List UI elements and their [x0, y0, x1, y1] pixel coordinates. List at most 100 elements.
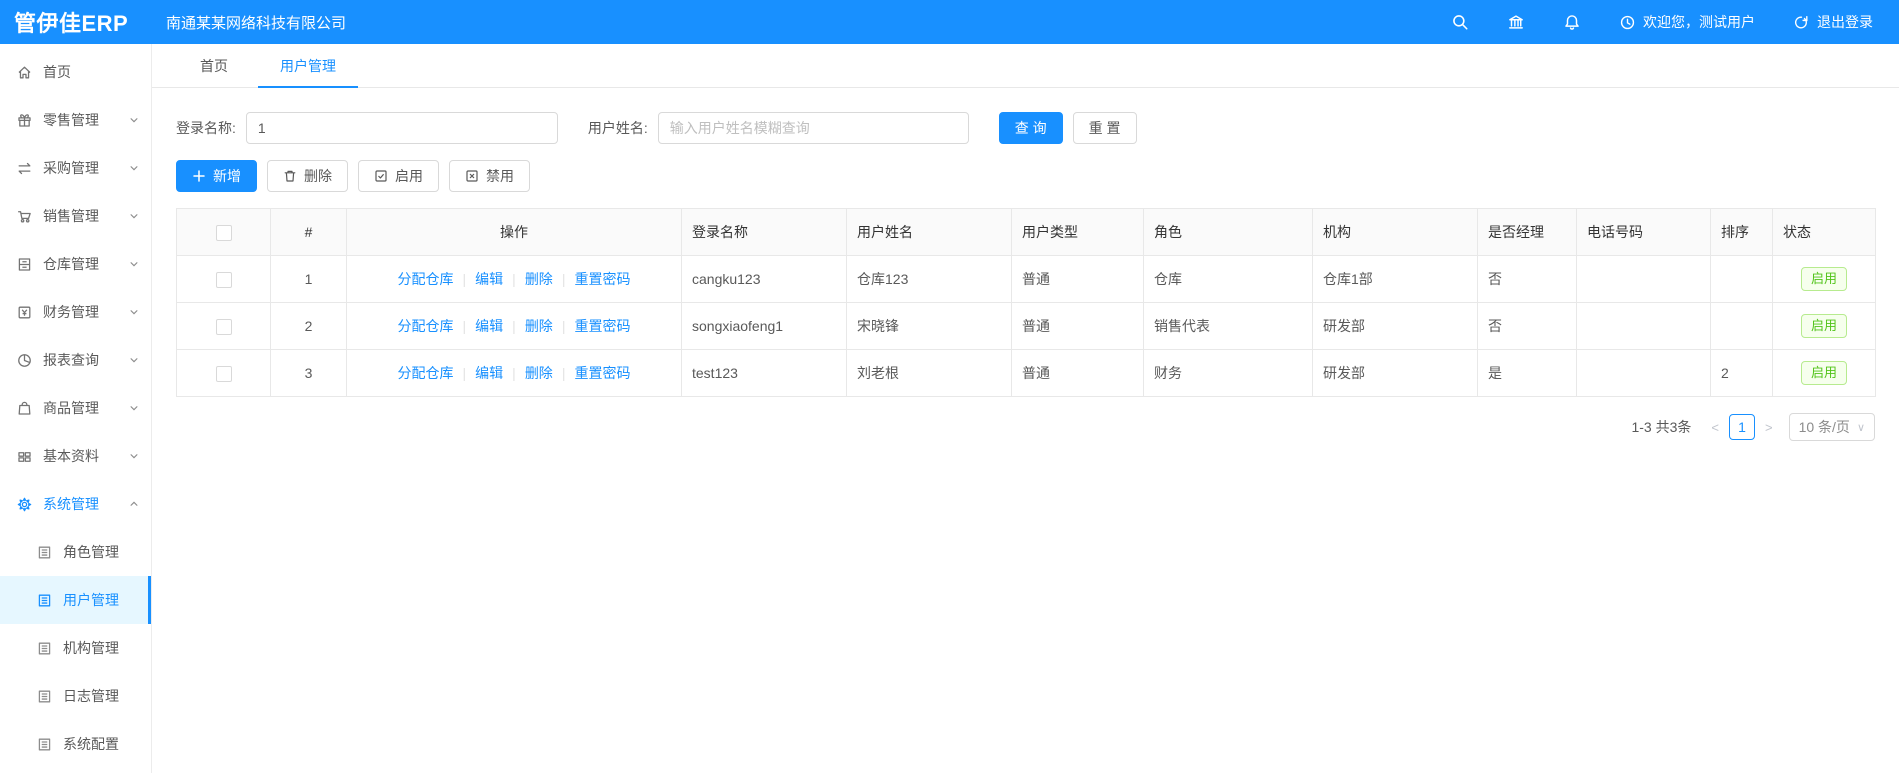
sidebar-item-log-mgmt[interactable]: 日志管理	[0, 672, 151, 720]
chevron-down-icon: ∨	[1856, 421, 1865, 434]
prev-page-button[interactable]: <	[1705, 420, 1725, 435]
logout-button[interactable]: 退出登录	[1793, 12, 1873, 32]
col-user-name: 用户姓名	[847, 209, 1012, 256]
tab-bar: 首页 用户管理	[152, 44, 1899, 88]
row-checkbox[interactable]	[215, 318, 232, 335]
page-size-select[interactable]: 10 条/页 ∨	[1788, 413, 1875, 441]
delete-link[interactable]: 删除	[525, 318, 553, 334]
sidebar-item-retail[interactable]: 零售管理	[0, 96, 151, 144]
sidebar-item-label: 采购管理	[43, 160, 99, 176]
purchase-icon	[18, 162, 31, 174]
sidebar-item-system-config[interactable]: 系统配置	[0, 720, 151, 768]
assign-warehouse-link[interactable]: 分配仓库	[398, 318, 454, 334]
cell-index: 3	[271, 350, 347, 397]
op-divider: |	[462, 318, 467, 334]
cell-login-name: songxiaofeng1	[682, 303, 847, 350]
row-checkbox[interactable]	[215, 271, 232, 288]
assign-warehouse-link[interactable]: 分配仓库	[398, 271, 454, 287]
cell-user-type: 普通	[1012, 303, 1144, 350]
chevron-down-icon	[130, 262, 138, 267]
sidebar-item-basic-data[interactable]: 基本资料	[0, 432, 151, 480]
sidebar-item-label: 用户管理	[63, 592, 119, 608]
row-checkbox[interactable]	[215, 365, 232, 382]
sidebar-item-label: 首页	[43, 64, 71, 80]
tab-user-mgmt[interactable]: 用户管理	[258, 44, 358, 88]
sidebar-item-role-mgmt[interactable]: 角色管理	[0, 528, 151, 576]
cell-role: 财务	[1144, 350, 1313, 397]
reset-password-link[interactable]: 重置密码	[574, 318, 630, 334]
login-name-input[interactable]	[245, 112, 558, 144]
sidebar-item-finance[interactable]: 财务管理	[0, 288, 151, 336]
cell-index: 1	[271, 256, 347, 303]
sidebar-item-sales[interactable]: 销售管理	[0, 192, 151, 240]
sidebar-item-label: 机构管理	[63, 640, 119, 656]
cell-org: 研发部	[1313, 350, 1478, 397]
assign-warehouse-link[interactable]: 分配仓库	[398, 365, 454, 381]
disable-label: 禁用	[486, 168, 514, 184]
col-org: 机构	[1313, 209, 1478, 256]
table-row: 3 分配仓库 | 编辑 | 删除 | 重置密码 test123 刘老根 普通 财务 研发部 …	[177, 350, 1876, 397]
search-button[interactable]: 查 询	[998, 112, 1063, 144]
cell-user-type: 普通	[1012, 350, 1144, 397]
delete-label: 删除	[304, 168, 332, 184]
search-icon[interactable]	[1451, 13, 1469, 31]
enable-button[interactable]: 启用	[358, 160, 439, 192]
tab-home[interactable]: 首页	[178, 44, 250, 87]
sidebar-item-org-mgmt[interactable]: 机构管理	[0, 624, 151, 672]
sidebar-item-purchase[interactable]: 采购管理	[0, 144, 151, 192]
delete-link[interactable]: 删除	[525, 365, 553, 381]
platform-icon[interactable]	[1507, 13, 1525, 31]
login-name-label: 登录名称:	[176, 120, 236, 136]
col-role: 角色	[1144, 209, 1313, 256]
col-phone: 电话号码	[1577, 209, 1711, 256]
cell-role: 销售代表	[1144, 303, 1313, 350]
cell-is-manager: 否	[1478, 256, 1577, 303]
op-divider: |	[512, 318, 516, 334]
bell-icon[interactable]	[1563, 13, 1581, 31]
select-all-checkbox[interactable]	[215, 224, 232, 241]
add-button[interactable]: 新增	[176, 160, 257, 192]
filter-row: 登录名称: 用户姓名: 查 询 重 置	[176, 112, 1875, 144]
reset-button[interactable]: 重 置	[1072, 112, 1137, 144]
doc-icon	[38, 546, 51, 558]
disable-button[interactable]: 禁用	[449, 160, 530, 192]
blocks-icon	[18, 451, 31, 462]
doc-icon	[38, 738, 51, 750]
status-badge: 启用	[1800, 361, 1847, 385]
sidebar-item-label: 系统配置	[63, 736, 119, 752]
cell-user-name: 宋晓锋	[847, 303, 1012, 350]
pagination: 1-3 共3条 < 1 > 10 条/页 ∨	[176, 413, 1875, 441]
finance-icon	[18, 306, 31, 318]
status-badge: 启用	[1800, 267, 1847, 291]
chevron-up-icon	[130, 501, 138, 506]
edit-link[interactable]: 编辑	[475, 365, 503, 381]
sidebar-item-goods[interactable]: 商品管理	[0, 384, 151, 432]
sidebar-item-system[interactable]: 系统管理	[0, 480, 151, 528]
sidebar-item-label: 系统管理	[43, 496, 99, 512]
delete-button[interactable]: 删除	[267, 160, 348, 192]
gear-icon	[17, 497, 32, 511]
reset-password-link[interactable]: 重置密码	[574, 271, 630, 287]
current-page[interactable]: 1	[1728, 414, 1755, 440]
shopping-bag-icon	[18, 401, 31, 415]
logout-text: 退出登录	[1817, 14, 1873, 30]
user-name-input[interactable]	[657, 112, 969, 144]
company-name: 南通某某网络科技有限公司	[166, 14, 347, 32]
delete-link[interactable]: 删除	[525, 271, 553, 287]
col-user-type: 用户类型	[1012, 209, 1144, 256]
user-table: # 操作 登录名称 用户姓名 用户类型 角色 机构 是否经理 电话号码 排序 状…	[176, 208, 1876, 397]
status-badge: 启用	[1800, 314, 1847, 338]
edit-link[interactable]: 编辑	[475, 318, 503, 334]
pie-chart-icon	[18, 353, 31, 367]
sidebar-item-label: 角色管理	[63, 544, 119, 560]
sidebar-item-user-mgmt[interactable]: 用户管理	[0, 576, 151, 624]
next-page-button[interactable]: >	[1759, 420, 1779, 435]
sidebar-item-warehouse[interactable]: 仓库管理	[0, 240, 151, 288]
user-menu[interactable]: 欢迎您，测试用户	[1619, 12, 1755, 32]
edit-link[interactable]: 编辑	[475, 271, 503, 287]
reset-password-link[interactable]: 重置密码	[574, 365, 630, 381]
sidebar-item-reports[interactable]: 报表查询	[0, 336, 151, 384]
sidebar-item-home[interactable]: 首页	[0, 48, 151, 96]
welcome-text: 欢迎您，测试用户	[1643, 14, 1755, 30]
col-sort: 排序	[1711, 209, 1773, 256]
